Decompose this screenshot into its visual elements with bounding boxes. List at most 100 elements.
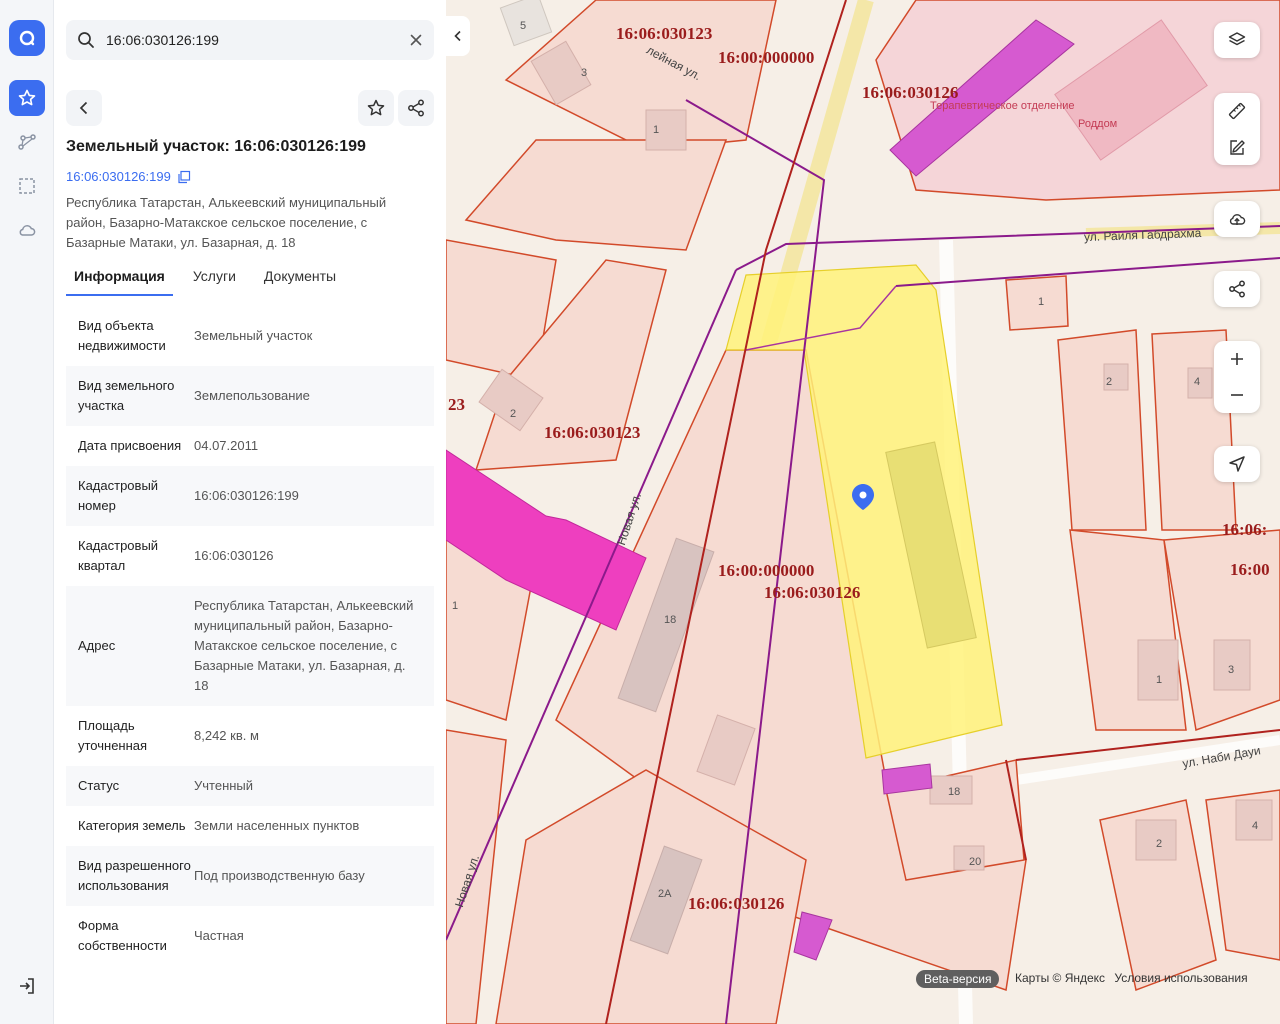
parcel-address: Республика Татарстан, Алькеевский муници… [66,195,387,250]
cadastral-link-text[interactable]: 16:06:030126:199 [66,169,171,184]
search-input[interactable] [106,20,396,60]
house-number: 4 [1252,820,1259,832]
house-number: 1 [1038,296,1045,308]
route-icon[interactable] [9,124,45,160]
info-row: Статус Учтенный [66,766,434,806]
house-number: 5 [520,20,527,32]
house-number: 2 [1106,376,1113,388]
add-favorite-button[interactable] [358,90,394,126]
house-number: 2 [510,408,517,420]
info-key: Кадастровый квартал [78,538,159,573]
info-value: 8,242 кв. м [194,728,259,743]
info-value: 16:06:030126 [194,548,274,563]
copy-icon[interactable] [177,170,191,184]
star-icon [367,99,385,116]
cadastral-label: 16:06:030126 [764,583,861,602]
info-key: Категория земель [78,818,186,833]
plus-icon [1231,353,1243,365]
house-number: 18 [664,614,677,626]
edit-icon [1230,140,1245,155]
map-share-button[interactable] [1214,271,1260,307]
house-number: 1 [452,600,459,612]
info-row: Категория земель Земли населенных пунктов [66,806,434,846]
navigation-arrow-icon [1229,456,1245,472]
ruler-button[interactable] [1214,93,1260,129]
layers-control [1214,22,1260,58]
house-number: 2 [1156,838,1163,850]
house-number: 4 [1194,376,1201,388]
info-value: Землепользование [194,388,310,403]
maps-credit[interactable]: Карты © Яндекс [1015,971,1105,985]
cadastral-label: 16:00:000000 [718,561,815,580]
clear-search-icon[interactable] [406,30,426,50]
info-row: Кадастровый номер 16:06:030126:199 [66,466,434,526]
house-number: 20 [969,856,982,868]
search-bar [66,20,434,60]
layers-icon [1228,32,1246,46]
map-layer [446,0,1280,1024]
collapse-panel-button[interactable] [446,16,470,56]
terms-link[interactable]: Условия использования [1114,971,1247,985]
house-number: 1 [1156,674,1163,686]
favorites-star-icon[interactable] [9,80,45,116]
geolocation-button[interactable] [1214,446,1260,482]
info-value: Земли населенных пунктов [194,818,360,833]
info-key: Адрес [78,638,116,653]
layers-button[interactable] [1214,22,1260,58]
info-key: Вид объекта недвижимости [78,318,166,353]
left-rail [0,0,54,1024]
app-logo-icon[interactable] [9,20,45,56]
tab-bar: Информация Услуги Документы [66,262,434,296]
chevron-left-icon [454,30,461,42]
info-value: Республика Татарстан, Алькеевский муници… [194,598,414,693]
select-area-icon[interactable] [9,168,45,204]
info-key: Статус [78,778,120,793]
cadastral-link[interactable]: 16:06:030126:199 [66,169,191,184]
info-value: Учтенный [194,778,254,793]
share-icon [408,99,424,117]
share-button[interactable] [398,90,434,126]
parcel-title: Земельный участок: 16:06:030126:199 [66,138,366,155]
info-value: Частная [194,928,244,943]
house-number: 3 [1228,664,1235,676]
search-icon [78,32,94,48]
poi-label[interactable]: Роддом [1078,118,1117,130]
upload-button[interactable] [1214,201,1260,237]
cadastral-label: 16:00:000000 [718,48,815,67]
cadastral-label: 16:06:030123 [544,423,641,442]
minus-icon [1231,394,1243,396]
edit-button[interactable] [1214,129,1260,165]
info-table: Вид объекта недвижимости Земельный участо… [66,306,434,966]
map-share-control [1214,271,1260,307]
house-number: 18 [948,786,961,798]
info-key: Площадь уточненная [78,718,148,753]
zoom-out-button[interactable] [1214,377,1260,413]
cloud-upload-icon [1229,214,1246,225]
map-attribution: Карты © Яндекс Условия использования [1015,971,1254,985]
house-number: 2А [658,888,672,900]
info-row: Площадь уточненная 8,242 кв. м [66,706,434,766]
map-canvas[interactable]: 16:06:030123 16:00:000000 16:06:030126 2… [446,0,1280,1024]
cloud-icon[interactable] [9,212,45,248]
zoom-control [1214,341,1260,413]
tab-documents[interactable]: Документы [256,262,344,296]
info-key: Вид разрешенного использования [78,858,191,893]
info-key: Форма собственности [78,918,167,953]
cadastral-label: 16:06:030123 [616,24,713,43]
info-row: Вид земельного участка Землепользование [66,366,434,426]
tools-control [1214,93,1260,165]
cadastral-label: 23 [448,395,465,414]
poi-label[interactable]: Терапевтическое отделение [930,100,1074,112]
share-icon [1229,280,1245,298]
tab-information[interactable]: Информация [66,262,173,296]
info-row: Вид разрешенного использования Под произв… [66,846,434,906]
tab-services[interactable]: Услуги [185,262,244,296]
info-row: Кадастровый квартал 16:06:030126 [66,526,434,586]
info-row: Адрес Республика Татарстан, Алькеевский м… [66,586,434,706]
info-key: Вид земельного участка [78,378,175,413]
back-button[interactable] [66,90,102,126]
info-row: Вид объекта недвижимости Земельный участо… [66,306,434,366]
info-key: Дата присвоения [78,438,182,453]
zoom-in-button[interactable] [1214,341,1260,377]
login-icon[interactable] [9,968,45,1004]
